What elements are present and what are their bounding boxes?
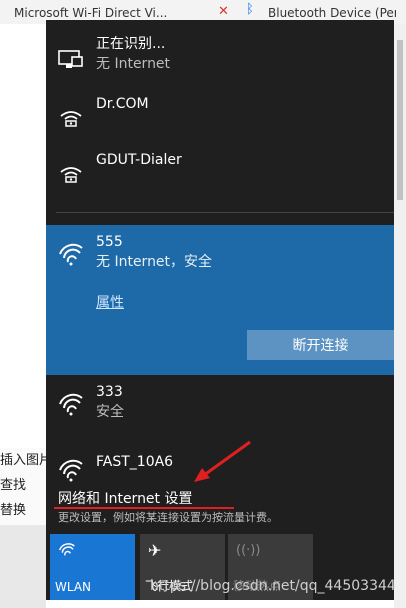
network-settings-link[interactable]: 网络和 Internet 设置 — [58, 488, 193, 508]
network-name: Dr.COM — [96, 96, 149, 112]
network-item-gdut-dialer[interactable]: GDUT-Dialer — [46, 148, 394, 200]
background-scrollbar-thumb[interactable] — [397, 40, 403, 200]
bg-device-wifi-direct: Microsoft Wi-Fi Direct Vi... — [14, 6, 168, 20]
tile-label: WLAN — [55, 580, 92, 594]
watermark: https://blog.csdn.net/qq_44503344 — [150, 578, 396, 594]
bg-device-bluetooth: Bluetooth Device (Perso — [268, 6, 396, 20]
disconnect-button[interactable]: 断开连接 — [247, 330, 394, 360]
network-name: 333 — [96, 384, 123, 400]
wlan-toggle-tile[interactable]: WLAN — [50, 534, 135, 600]
wifi-secure-icon — [58, 392, 84, 418]
annotation-arrow — [194, 440, 251, 482]
bg-menu-replace[interactable]: 替换 — [0, 498, 46, 523]
ethernet-icon — [58, 48, 84, 74]
background-menu: 插入图片 查找 替换 — [0, 448, 46, 528]
network-settings-description: 更改设置，例如将某连接设置为按流量计费。 — [58, 511, 278, 524]
network-name: GDUT-Dialer — [96, 152, 182, 168]
network-item-drcom[interactable]: Dr.COM — [46, 92, 394, 144]
airplane-icon: ✈ — [148, 541, 162, 560]
wifi-icon — [58, 542, 78, 560]
bg-menu-insert-image[interactable]: 插入图片 — [0, 448, 46, 473]
background-bottom-area — [0, 525, 46, 608]
wifi-icon — [58, 242, 84, 268]
active-network-header: 555 无 Internet，安全 — [46, 232, 394, 282]
properties-link[interactable]: 属性 — [96, 292, 124, 312]
dialup-icon — [58, 106, 84, 132]
network-flyout: 正在识别... 无 Internet Dr.COM GDUT-Dialer 55… — [46, 20, 394, 600]
wifi-icon — [58, 458, 84, 484]
active-network-name: 555 — [96, 234, 123, 250]
bluetooth-icon: ᛒ — [246, 2, 254, 17]
hotspot-icon: ((·)) — [236, 543, 261, 558]
network-item-333[interactable]: 333 安全 — [46, 382, 394, 432]
network-item-identifying[interactable]: 正在识别... 无 Internet — [46, 34, 394, 94]
network-status: 安全 — [96, 404, 124, 420]
network-name: 正在识别... — [96, 36, 166, 52]
network-status: 无 Internet — [96, 56, 171, 72]
error-icon: ✕ — [218, 4, 229, 19]
active-network-status: 无 Internet，安全 — [96, 254, 213, 270]
bg-menu-find[interactable]: 查找 — [0, 473, 46, 498]
divider — [56, 212, 394, 213]
dialup-icon — [58, 162, 84, 188]
